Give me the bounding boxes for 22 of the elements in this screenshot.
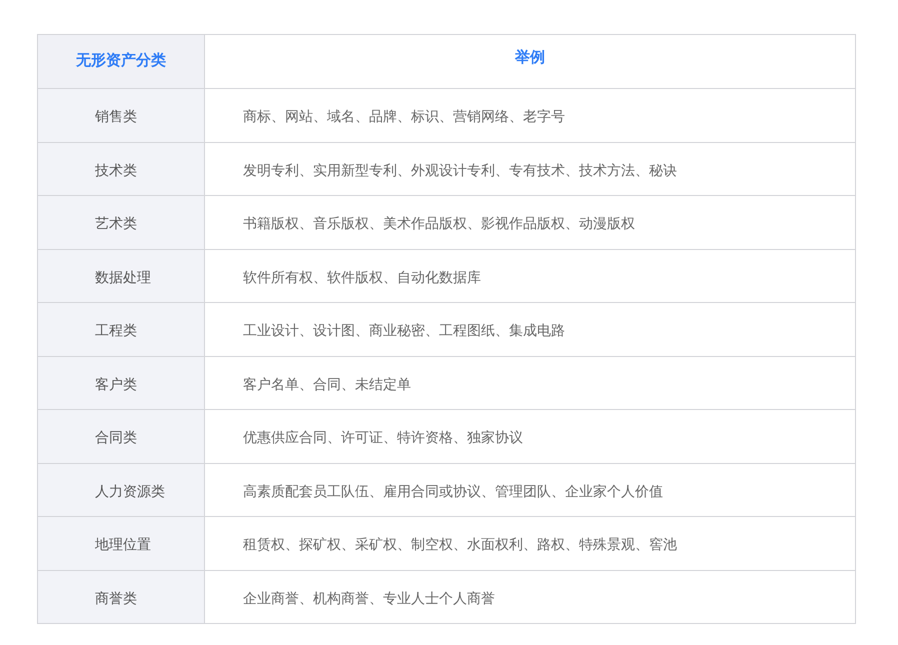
table-cell: 客户类 bbox=[38, 356, 204, 410]
table-cell: 地理位置 bbox=[38, 516, 204, 570]
table-cell: 销售类 bbox=[38, 88, 204, 142]
table-cell: 商标、网站、域名、品牌、标识、营销网络、老字号 bbox=[204, 88, 856, 142]
table-cell: 数据处理 bbox=[38, 249, 204, 302]
table-cell: 软件所有权、软件版权、自动化数据库 bbox=[204, 249, 856, 302]
table-cell: 客户名单、合同、未结定单 bbox=[204, 356, 856, 410]
table-cell: 工程类 bbox=[38, 302, 204, 356]
table-cell: 艺术类 bbox=[38, 196, 204, 249]
table-cell: 优惠供应合同、许可证、特许资格、独家协议 bbox=[204, 410, 856, 463]
table-cell: 高素质配套员工队伍、雇用合同或协议、管理团队、企业家个人价值 bbox=[204, 463, 856, 516]
column-header: 举例 bbox=[204, 34, 856, 88]
table-cell: 发明专利、实用新型专利、外观设计专利、专有技术、技术方法、秘诀 bbox=[204, 142, 856, 196]
table-cell: 租赁权、探矿权、采矿权、制空权、水面权利、路权、特殊景观、窖池 bbox=[204, 516, 856, 570]
table-cell: 书籍版权、音乐版权、美术作品版权、影视作品版权、动漫版权 bbox=[204, 196, 856, 249]
table-cell: 合同类 bbox=[38, 410, 204, 463]
table-cell: 企业商誉、机构商誉、专业人士个人商誉 bbox=[204, 570, 856, 624]
table-cell: 技术类 bbox=[38, 142, 204, 196]
table-cell: 人力资源类 bbox=[38, 463, 204, 516]
column-header: 无形资产分类 bbox=[38, 34, 204, 88]
table-cell: 商誉类 bbox=[38, 570, 204, 624]
table-cell: 工业设计、设计图、商业秘密、工程图纸、集成电路 bbox=[204, 302, 856, 356]
